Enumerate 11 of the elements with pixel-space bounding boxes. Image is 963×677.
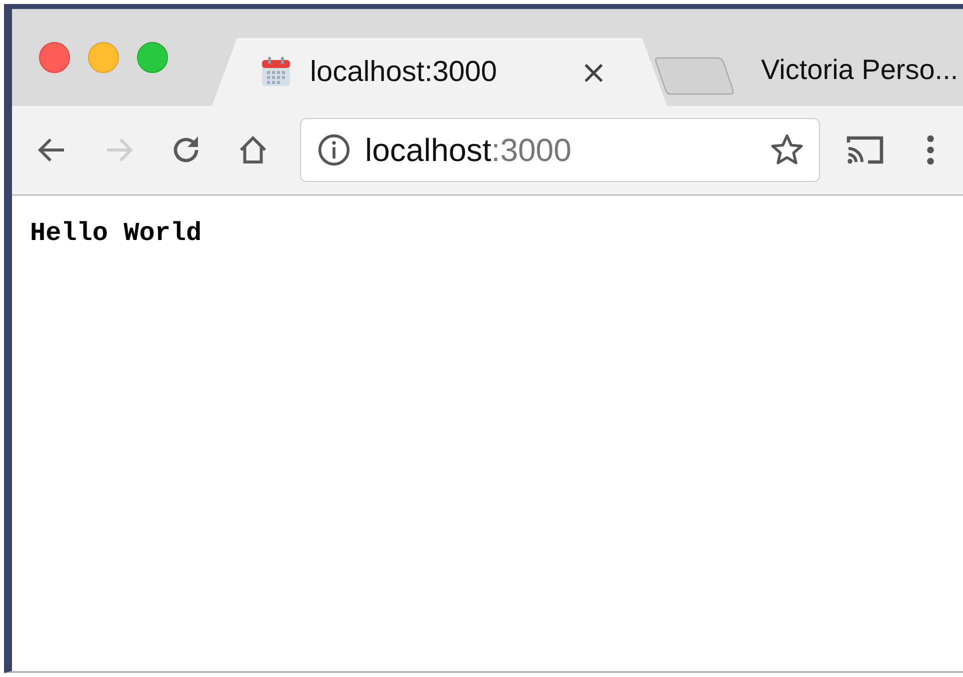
tab-title: localhost:3000 (310, 56, 498, 88)
close-window-icon[interactable] (39, 42, 70, 73)
address-bar[interactable]: localhost:3000 (300, 118, 820, 182)
menu-icon[interactable] (926, 134, 935, 166)
info-icon[interactable] (317, 133, 351, 167)
close-tab-button[interactable]: × (580, 53, 607, 91)
url-text: localhost:3000 (365, 132, 572, 168)
page-text: Hello World (30, 218, 203, 248)
calendar-icon (260, 56, 292, 88)
profile-name[interactable]: Victoria Perso... (761, 54, 958, 86)
browser-tab[interactable]: localhost:3000 × (212, 38, 667, 106)
